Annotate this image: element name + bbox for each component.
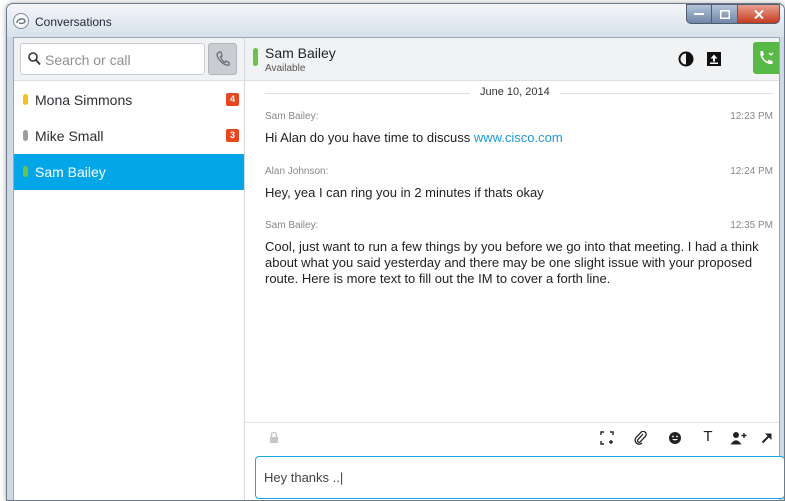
contact-name: Mike Small (35, 128, 104, 144)
emoticon-icon[interactable] (668, 431, 682, 445)
message-link[interactable]: www.cisco.com (474, 130, 563, 145)
call-button[interactable] (753, 42, 779, 74)
compose-toolbar: T (245, 422, 779, 450)
conversation-header: Sam Bailey Available (245, 38, 779, 81)
phone-icon (760, 51, 774, 65)
dial-button[interactable] (208, 43, 237, 75)
contacts-panel: Mona Simmons 4 Mike Small 3 Sam Bailey (14, 38, 245, 500)
title-bar: Conversations (7, 4, 784, 37)
window-controls (686, 4, 780, 24)
status-indicator (23, 166, 28, 177)
close-icon (753, 9, 764, 19)
message-text: Hey, yea I can ring you in 2 minutes if … (265, 185, 544, 200)
screen-capture-icon[interactable] (600, 431, 614, 445)
unread-badge: 4 (226, 93, 239, 106)
search-box[interactable] (20, 43, 205, 75)
message-time: 12:35 PM (730, 220, 773, 231)
contact-name: Mona Simmons (35, 92, 133, 108)
maximize-button[interactable] (712, 4, 738, 24)
message-time: 12:23 PM (730, 111, 773, 122)
presence-indicator (253, 48, 258, 66)
search-input[interactable] (45, 50, 195, 70)
phone-icon (215, 51, 230, 66)
contrast-icon[interactable] (677, 50, 695, 68)
text-format-icon[interactable]: T (701, 428, 715, 445)
lock-icon (270, 431, 278, 443)
add-participant-icon[interactable] (730, 431, 748, 445)
participant-name: Sam Bailey (265, 45, 336, 61)
conversations-window: Conversations Search or call Mona Simmon… (6, 3, 785, 501)
search-icon (28, 52, 41, 66)
unread-badge: 3 (226, 129, 239, 142)
message-sender: Sam Bailey: (265, 111, 319, 122)
jabber-app-icon (13, 13, 29, 29)
message-text: Cool, just want to run a few things by y… (265, 239, 759, 286)
contact-item-selected[interactable]: Sam Bailey (14, 154, 244, 190)
message-sender: Alan Johnson: (265, 166, 329, 177)
maximize-icon (719, 9, 730, 19)
window-title: Conversations (35, 15, 112, 29)
screen-share-icon[interactable] (705, 50, 723, 68)
message-input[interactable] (264, 468, 764, 486)
contact-item[interactable]: Mona Simmons 4 (14, 82, 244, 118)
status-indicator (23, 130, 28, 141)
participant-status: Available (265, 63, 306, 74)
date-label: June 10, 2014 (470, 86, 560, 98)
contact-item[interactable]: Mike Small 3 (14, 118, 244, 154)
message-sender: Sam Bailey: (265, 220, 319, 231)
search-bar (14, 38, 244, 81)
minimize-button[interactable] (686, 4, 712, 24)
message-history: June 10, 2014 Sam Bailey: 12:23 PM Hi Al… (245, 81, 779, 421)
message-compose-box[interactable] (255, 456, 784, 499)
message-text: Hi Alan do you have time to discuss www.… (265, 130, 773, 146)
status-indicator (23, 94, 28, 105)
pop-out-icon[interactable] (760, 431, 774, 445)
minimize-icon (694, 13, 704, 15)
app-client-area: Mona Simmons 4 Mike Small 3 Sam Bailey S… (13, 37, 784, 500)
attachment-icon[interactable] (634, 431, 648, 445)
close-button[interactable] (738, 4, 780, 24)
conversation-panel: Sam Bailey Available June 10, 2014 Sam B… (245, 38, 784, 500)
message-body: Hi Alan do you have time to discuss (265, 130, 474, 145)
contact-name: Sam Bailey (35, 164, 106, 180)
message-time: 12:24 PM (730, 166, 773, 177)
